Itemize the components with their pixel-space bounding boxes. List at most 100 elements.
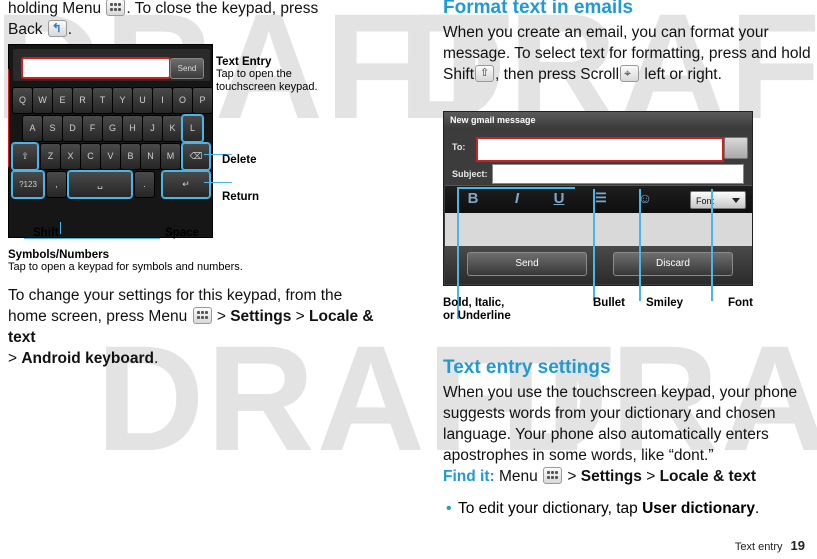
keypad-settings-paragraph: To change your settings for this keypad,…: [8, 285, 384, 369]
settings-text-end: .: [154, 350, 159, 367]
key-k[interactable]: K: [162, 115, 183, 142]
contacts-picker-icon[interactable]: [724, 137, 748, 159]
footer-section-label: Text entry: [734, 541, 783, 553]
intro-text-4: .: [67, 21, 73, 38]
callout-text-entry-sub: Tap to open the touchscreen keypad.: [216, 68, 318, 93]
delete-key[interactable]: ⌫: [182, 143, 210, 170]
email-discard-button[interactable]: Discard: [613, 252, 733, 276]
find-it-locale: Locale & text: [659, 468, 757, 485]
keypad-screen: Send Q W E R T Y U I O P A S D F G H J K…: [8, 44, 213, 238]
email-composer-screen: New gmail message To: Subject: B I U ☰ ☺…: [443, 111, 753, 286]
leader-line-space-2: [120, 238, 160, 239]
key-e[interactable]: E: [52, 87, 73, 114]
key-v[interactable]: V: [100, 143, 121, 170]
email-send-button[interactable]: Send: [467, 252, 587, 276]
email-bottom-bar: Send Discard: [445, 246, 752, 284]
find-it-sep-2: >: [641, 468, 660, 485]
format-text-3: left or right.: [644, 66, 722, 83]
leader-line-shift: [8, 69, 9, 167]
key-h[interactable]: H: [122, 115, 143, 142]
key-comma[interactable]: ,: [46, 171, 67, 198]
find-it-sep-1: >: [563, 468, 581, 485]
callout-bold-italic-underline: Bold, Italic, or Underline: [443, 297, 553, 323]
keypad-row-4: ?123 , ␣ . ↵: [12, 171, 211, 198]
bold-icon[interactable]: B: [463, 190, 483, 207]
key-l[interactable]: L: [182, 115, 203, 142]
italic-icon[interactable]: I: [507, 190, 527, 207]
key-u[interactable]: U: [132, 87, 153, 114]
key-x[interactable]: X: [60, 143, 81, 170]
key-s[interactable]: S: [42, 115, 63, 142]
menu-key-icon-3: [543, 467, 563, 484]
menu-key-icon: [106, 0, 126, 16]
find-it-line: Find it: Menu > Settings > Locale & text: [443, 466, 815, 487]
text-entry-field[interactable]: [21, 57, 171, 79]
scroll-key-icon: ⌖: [620, 65, 640, 82]
callout-space: Space: [165, 227, 199, 239]
find-it-menu-text: Menu: [498, 468, 538, 485]
back-key-icon: ↰: [47, 20, 67, 37]
keypad-row-2: A S D F G H J K L: [12, 115, 211, 142]
key-r[interactable]: R: [72, 87, 93, 114]
key-t[interactable]: T: [92, 87, 113, 114]
intro-paragraph: holding Menu . To close the keypad, pres…: [8, 0, 338, 40]
keypad-row-3: ⇧ Z X C V B N M ⌫: [12, 143, 211, 170]
key-y[interactable]: Y: [112, 87, 133, 114]
smiley-icon[interactable]: ☺: [635, 190, 655, 206]
format-paragraph: When you create an email, you can format…: [443, 22, 815, 85]
subject-label: Subject:: [452, 169, 488, 179]
key-n[interactable]: N: [140, 143, 161, 170]
key-c[interactable]: C: [80, 143, 101, 170]
key-m[interactable]: M: [160, 143, 181, 170]
email-window-title: New gmail message: [444, 112, 752, 129]
callout-delete: Delete: [222, 154, 257, 166]
callout-bullet: Bullet: [593, 297, 625, 309]
underline-icon[interactable]: U: [549, 190, 569, 207]
leader-line-shift-2: [60, 222, 61, 234]
bullet-item-user-dictionary: To edit your dictionary, tap User dictio…: [443, 498, 815, 519]
key-f[interactable]: F: [82, 115, 103, 142]
key-g[interactable]: G: [102, 115, 123, 142]
callout-symbols-sub: Tap to open a keypad for symbols and num…: [8, 261, 243, 273]
key-d[interactable]: D: [62, 115, 83, 142]
send-button[interactable]: Send: [170, 58, 204, 79]
find-it-settings: Settings: [580, 468, 642, 485]
format-heading: Format text in emails: [443, 0, 634, 18]
callout-smiley: Smiley: [646, 297, 684, 309]
callout-symbols-numbers: Symbols/Numbers Tap to open a keypad for…: [8, 249, 268, 274]
to-field[interactable]: [476, 137, 724, 162]
key-p[interactable]: P: [192, 87, 213, 114]
callout-symbols-title: Symbols/Numbers: [8, 249, 109, 261]
callout-return: Return: [222, 191, 260, 203]
settings-bold-android-keyboard: Android keyboard: [21, 350, 154, 367]
symbols-numbers-key[interactable]: ?123: [12, 171, 44, 198]
settings-sep-2: >: [291, 308, 310, 325]
leader-line-font: [711, 189, 713, 301]
email-body-area[interactable]: [445, 213, 752, 249]
settings-sep-3: >: [8, 350, 22, 367]
key-z[interactable]: Z: [40, 143, 61, 170]
key-o[interactable]: O: [172, 87, 193, 114]
return-key[interactable]: ↵: [162, 171, 210, 198]
key-period[interactable]: .: [134, 171, 155, 198]
key-w[interactable]: W: [32, 87, 53, 114]
bullet-text-bold: User dictionary: [642, 500, 755, 517]
key-q[interactable]: Q: [12, 87, 33, 114]
keypad-topbar: Send: [13, 49, 210, 81]
callout-text-entry: Text Entry Tap to open the touchscreen k…: [216, 56, 346, 94]
key-a[interactable]: A: [22, 115, 43, 142]
callout-bold-line1: Bold, Italic,: [443, 297, 505, 309]
intro-text-3: Back: [8, 21, 43, 38]
space-key[interactable]: ␣: [68, 171, 132, 198]
leader-line-bullet: [593, 189, 595, 301]
leader-line-format-top: [457, 187, 575, 189]
menu-key-icon-2: [192, 307, 212, 324]
key-b[interactable]: B: [120, 143, 141, 170]
format-text-2: , then press Scroll: [495, 66, 620, 83]
shift-key[interactable]: ⇧: [12, 143, 38, 170]
font-button[interactable]: Font: [690, 191, 746, 209]
key-i[interactable]: I: [152, 87, 173, 114]
subject-field[interactable]: [492, 164, 744, 184]
key-j[interactable]: J: [142, 115, 163, 142]
formatting-toolbar: B I U ☰ ☺ Font: [445, 185, 752, 215]
